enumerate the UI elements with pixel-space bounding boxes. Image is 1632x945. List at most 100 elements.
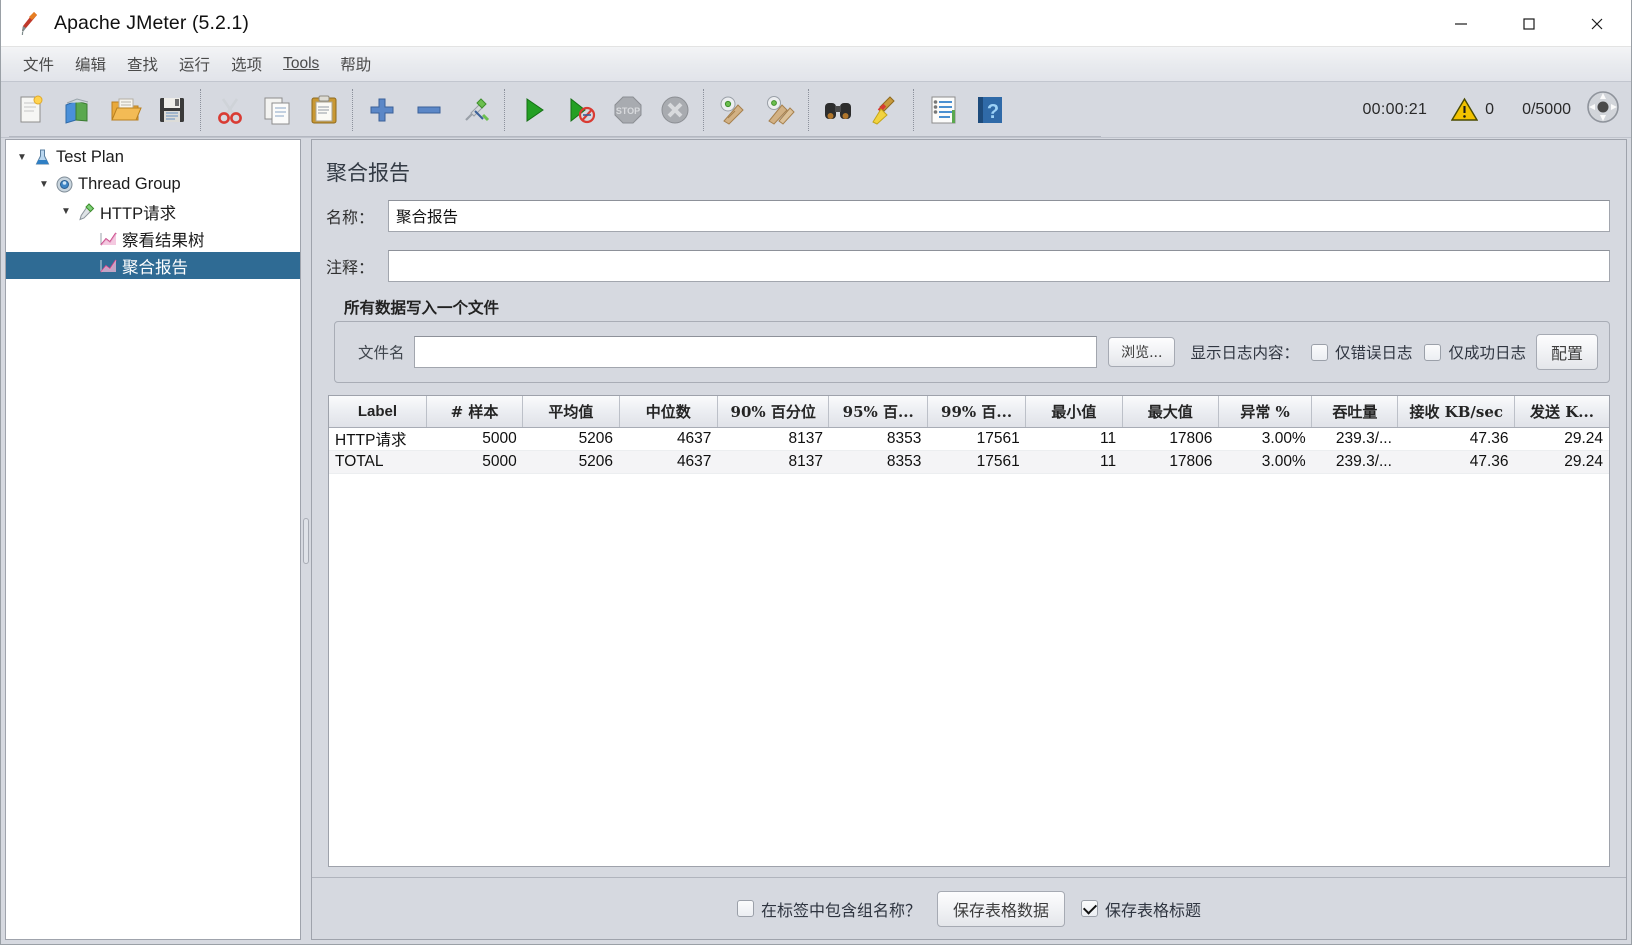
- clear-all-button[interactable]: [756, 87, 803, 133]
- table-header-row: Label # 样本 平均值 中位数 90% 百分位 95% 百... 99% 百... 最小…: [329, 396, 1609, 428]
- start-button[interactable]: [510, 87, 557, 133]
- errors-only-checkbox-box[interactable]: [1310, 343, 1328, 361]
- split-pane-grip[interactable]: [303, 518, 309, 564]
- minimize-button[interactable]: [1427, 0, 1495, 47]
- table-cell-average: 5206: [522, 450, 620, 474]
- paste-button[interactable]: [300, 87, 347, 133]
- expand-arrow-icon[interactable]: ▼: [14, 152, 30, 163]
- save-table-header-checkbox[interactable]: 保存表格标题: [1081, 897, 1201, 921]
- search-button[interactable]: [814, 87, 861, 133]
- cut-button[interactable]: [206, 87, 253, 133]
- table-header-samples[interactable]: # 样本: [426, 396, 524, 428]
- table-header-p90[interactable]: 90% 百分位: [717, 396, 830, 428]
- table-cell-p99: 17561: [927, 450, 1026, 474]
- table-header-max[interactable]: 最大值: [1122, 396, 1219, 428]
- thread-group-icon: [52, 175, 76, 194]
- menu-options[interactable]: 选项: [222, 50, 271, 78]
- menu-bar: 文件 编辑 查找 运行 选项 Tools 帮助: [1, 47, 1631, 82]
- close-button[interactable]: [1563, 0, 1631, 47]
- browse-button[interactable]: 浏览...: [1108, 337, 1176, 367]
- warning-count: 0: [1485, 100, 1495, 118]
- table-cell-throughput: 239.3/...: [1311, 450, 1398, 474]
- include-group-name-checkbox-box[interactable]: [736, 900, 754, 917]
- table-header-min[interactable]: 最小值: [1025, 396, 1123, 428]
- table-header-sent[interactable]: 发送 K...: [1514, 396, 1609, 428]
- tree-node-http-request[interactable]: ▼ HTTP请求: [6, 198, 300, 225]
- save-button[interactable]: [148, 87, 195, 133]
- copy-button[interactable]: [253, 87, 300, 133]
- expand-arrow-icon[interactable]: ▼: [36, 179, 52, 190]
- errors-only-checkbox[interactable]: 仅错误日志: [1310, 341, 1412, 363]
- tree-node-label: Test Plan: [56, 148, 124, 166]
- configure-button[interactable]: 配置: [1535, 334, 1598, 370]
- tree-node-test-plan[interactable]: ▼ Test Plan: [6, 144, 300, 171]
- success-only-checkbox[interactable]: 仅成功日志: [1424, 341, 1526, 363]
- table-header-median[interactable]: 中位数: [619, 396, 718, 428]
- aggregate-table-container: Label # 样本 平均值 中位数 90% 百分位 95% 百... 99% 百... 最小…: [328, 395, 1610, 867]
- table-header-label: 接收 KB/sec: [1409, 402, 1503, 421]
- expand-arrow-icon[interactable]: ▼: [58, 206, 74, 217]
- new-button[interactable]: [7, 87, 54, 133]
- http-sampler-icon: [74, 202, 98, 221]
- collapse-all-button[interactable]: [405, 87, 452, 133]
- svg-text:STOP: STOP: [615, 106, 639, 116]
- svg-text:?: ?: [986, 101, 998, 123]
- toggle-pin-button[interactable]: [452, 87, 499, 133]
- shutdown-button[interactable]: [651, 87, 698, 133]
- menu-help[interactable]: 帮助: [331, 50, 380, 78]
- menu-search[interactable]: 查找: [118, 50, 167, 78]
- clear-button[interactable]: [709, 87, 756, 133]
- table-cell-p90: 8137: [717, 427, 829, 451]
- window-controls: [1427, 0, 1631, 47]
- table-header-average[interactable]: 平均值: [522, 396, 620, 428]
- help-button[interactable]: ?: [966, 87, 1013, 133]
- filename-input[interactable]: [413, 336, 1098, 368]
- success-only-checkbox-box[interactable]: [1424, 343, 1442, 361]
- start-no-timers-button[interactable]: [557, 87, 604, 133]
- active-threads-count: 0/5000: [1522, 100, 1571, 118]
- table-row[interactable]: HTTP请求 5000 5206 4637 8137 8353 17561 11 17806 3.…: [329, 427, 1609, 451]
- table-header-label[interactable]: Label: [329, 396, 427, 428]
- maximize-button[interactable]: [1495, 0, 1563, 47]
- table-header-error_pct[interactable]: 异常 %: [1218, 396, 1313, 428]
- table-header-p95[interactable]: 95% 百...: [828, 396, 928, 428]
- include-group-name-checkbox[interactable]: 在标签中包含组名称？: [736, 897, 921, 921]
- table-cell-p95: 8353: [828, 427, 928, 451]
- table-header-label: # 样本: [450, 402, 499, 421]
- table-cell-max: 17806: [1122, 450, 1219, 474]
- templates-button[interactable]: [54, 87, 101, 133]
- reset-search-button[interactable]: [861, 87, 908, 133]
- expand-all-button[interactable]: [358, 87, 405, 133]
- tree-node-aggregate-report[interactable]: 聚合报告: [6, 252, 300, 279]
- save-table-data-button[interactable]: 保存表格数据: [936, 890, 1065, 927]
- menu-file[interactable]: 文件: [14, 50, 63, 78]
- comment-input[interactable]: [388, 250, 1610, 282]
- save-table-header-checkbox-box[interactable]: [1081, 900, 1098, 917]
- tree-node-thread-group[interactable]: ▼ Thread Group: [6, 171, 300, 198]
- jmeter-feather-icon: [14, 8, 44, 38]
- name-input[interactable]: 聚合报告: [388, 200, 1610, 232]
- comment-field-row: 注释：: [312, 250, 1626, 282]
- open-button[interactable]: [101, 87, 148, 133]
- table-row[interactable]: TOTAL 5000 5206 4637 8137 8353 17561 11 17806 3.0…: [329, 450, 1609, 474]
- table-cell-p90: 8137: [717, 450, 829, 474]
- split-pane-divider[interactable]: [301, 138, 311, 944]
- menu-tools[interactable]: Tools: [274, 52, 328, 76]
- test-plan-tree-pane: ▼ Test Plan ▼ Thread Group ▼ HTTP请求 察看结果…: [5, 139, 301, 940]
- table-header-throughput[interactable]: 吞吐量: [1311, 396, 1399, 428]
- table-header-p99[interactable]: 99% 百...: [927, 396, 1027, 428]
- table-cell-samples: 5000: [426, 450, 523, 474]
- function-helper-button[interactable]: [919, 87, 966, 133]
- save-table-header-label: 保存表格标题: [1105, 900, 1202, 920]
- aggregate-table: Label # 样本 平均值 中位数 90% 百分位 95% 百... 99% 百... 最小…: [329, 396, 1609, 773]
- menu-run[interactable]: 运行: [170, 50, 219, 78]
- table-header-label: 最大值: [1147, 402, 1193, 421]
- table-cell-median: 4637: [619, 427, 718, 451]
- warning-triangle-icon[interactable]: [1451, 97, 1479, 122]
- connection-status-icon[interactable]: [1585, 89, 1621, 130]
- tree-node-view-results-tree[interactable]: 察看结果树: [6, 225, 300, 252]
- menu-edit[interactable]: 编辑: [66, 50, 115, 78]
- stop-button[interactable]: STOP: [604, 87, 651, 133]
- table-cell-samples: 5000: [426, 427, 523, 451]
- table-header-received[interactable]: 接收 KB/sec: [1397, 396, 1516, 428]
